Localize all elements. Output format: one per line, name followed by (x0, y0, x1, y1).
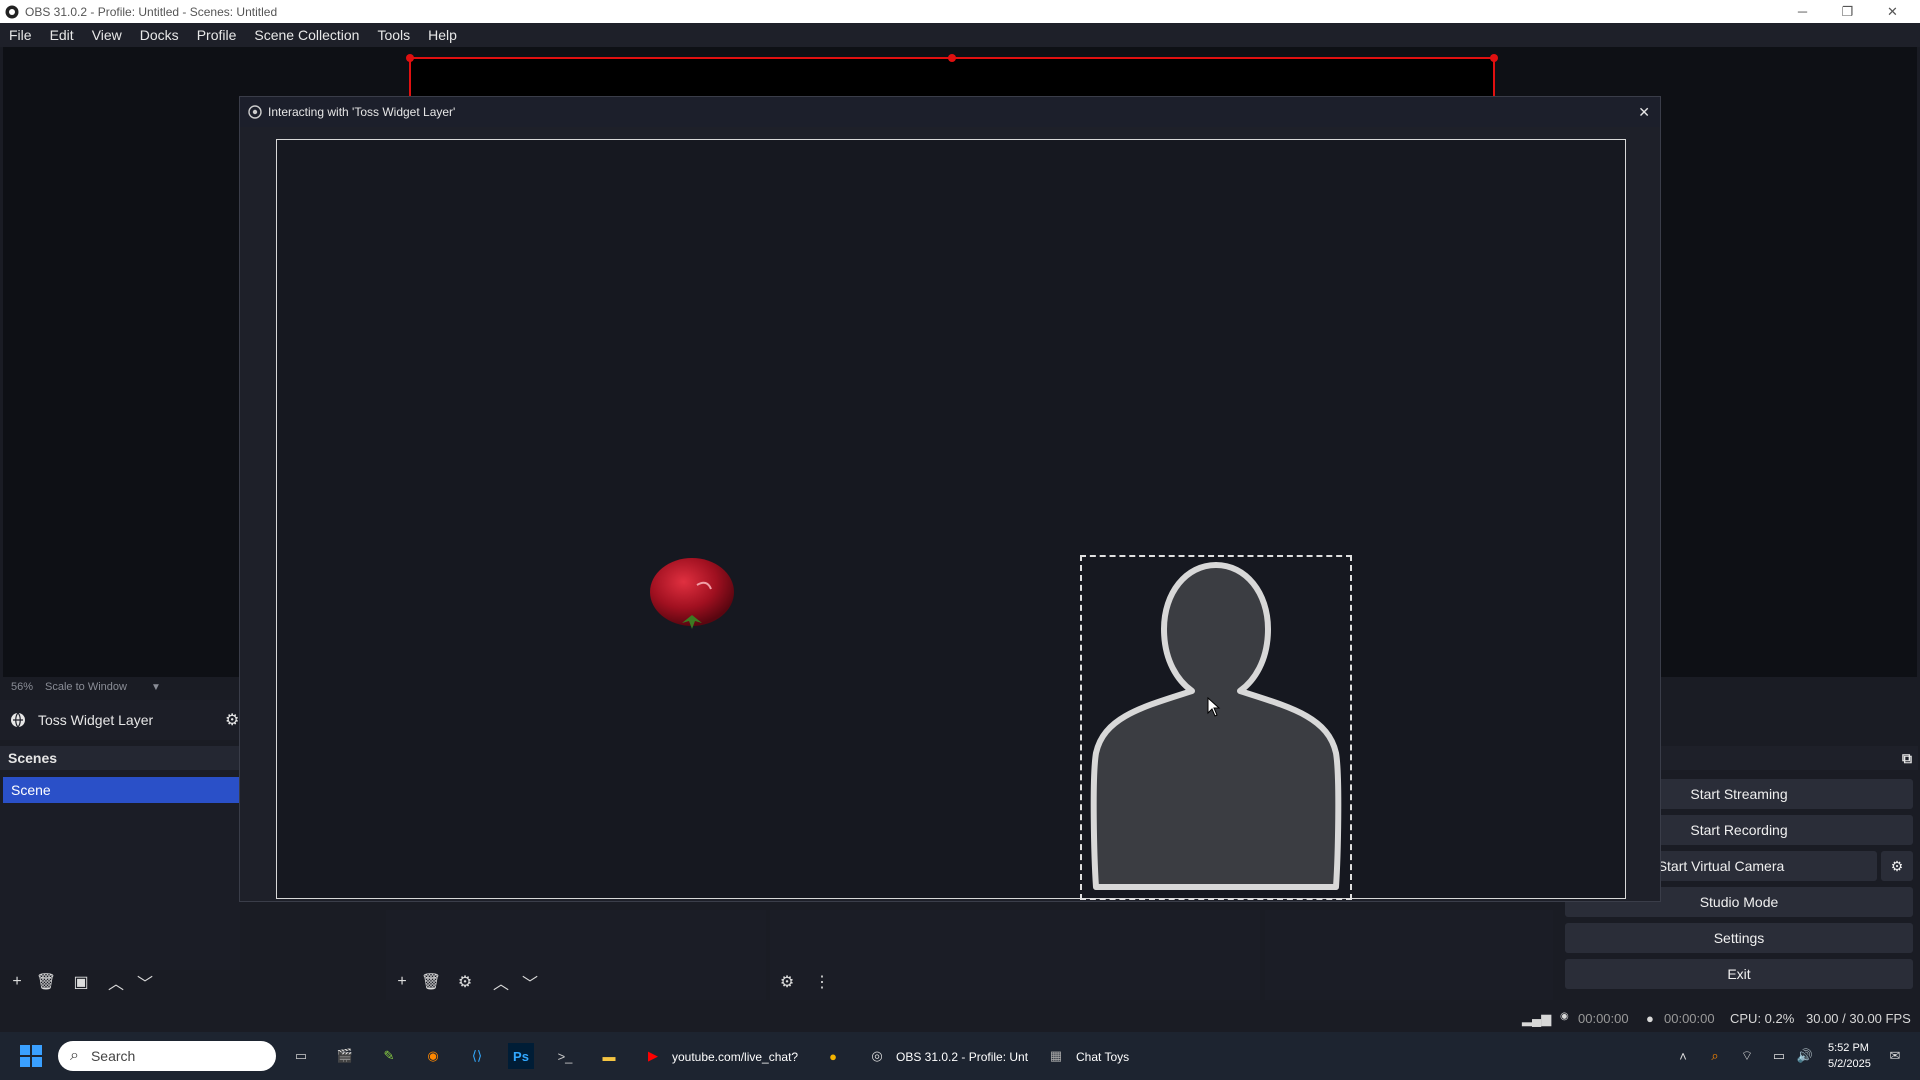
audio-mixer-panel (770, 910, 1260, 1000)
status-bar: ▂▄▆ ◉ 00:00:00 ● 00:00:00 CPU: 0.2% 30.0… (0, 1005, 1920, 1031)
stream-time: 00:00:00 (1578, 1011, 1629, 1026)
list-item[interactable]: Scene (3, 777, 239, 803)
blender-icon[interactable]: ◉ (420, 1043, 446, 1069)
chrome-canary-icon[interactable]: ● (820, 1043, 846, 1069)
source-name: Toss Widget Layer (38, 712, 154, 728)
filter-icon[interactable]: ▣ (70, 971, 92, 993)
obs-logo-icon (248, 105, 262, 119)
taskbar-chat-toys-label[interactable]: Chat Toys (1076, 1050, 1129, 1064)
selection-right-edge (1493, 57, 1495, 97)
settings-button[interactable]: Settings (1565, 923, 1913, 953)
display-icon[interactable]: ▭ (1766, 1043, 1792, 1069)
taskbar-youtube-label[interactable]: youtube.com/live_chat? (672, 1050, 798, 1064)
preview-zoom-bar: 56% Scale to Window ▼ (3, 677, 239, 697)
resize-handle[interactable] (406, 54, 414, 62)
dialog-titlebar: Interacting with 'Toss Widget Layer' ✕ (240, 97, 1660, 127)
chevron-up-icon[interactable]: ˄ (1670, 1043, 1696, 1069)
window-titlebar: OBS 31.0.2 - Profile: Untitled - Scenes:… (0, 0, 1920, 23)
cursor-icon (1207, 697, 1221, 717)
selection-left-edge (409, 57, 411, 97)
volume-icon[interactable]: 🔊 (1792, 1043, 1818, 1069)
tray-app-icon[interactable]: ⌕ (1702, 1043, 1728, 1069)
taskbar-search[interactable]: ⌕ Search (58, 1041, 276, 1071)
close-icon[interactable]: ✕ (1638, 104, 1650, 121)
chat-toys-icon[interactable]: ▦ (1043, 1043, 1069, 1069)
taskbar-obs-label[interactable]: OBS 31.0.2 - Profile: Unt (896, 1050, 1028, 1064)
stream-status-icon: ◉ (1560, 1011, 1569, 1022)
minimize-button[interactable]: ─ (1780, 0, 1825, 23)
search-icon: ⌕ (70, 1047, 79, 1064)
controls-header: ⧉ (1660, 746, 1918, 770)
trash-icon[interactable]: 🗑 (35, 971, 57, 993)
browser-source-canvas[interactable] (276, 139, 1626, 900)
tomato-icon (650, 558, 734, 629)
gear-icon[interactable]: ⚙ (1881, 851, 1913, 881)
globe-icon (11, 712, 25, 728)
task-view-icon[interactable]: ▭ (288, 1043, 314, 1069)
add-source-button[interactable]: + (391, 971, 413, 993)
sources-panel (386, 910, 766, 1000)
obs-taskbar-icon[interactable]: ◎ (864, 1043, 890, 1069)
record-status-icon: ● (1646, 1011, 1654, 1026)
resize-handle[interactable] (1490, 54, 1498, 62)
menu-file[interactable]: File (0, 27, 41, 43)
trash-icon[interactable]: 🗑 (420, 971, 442, 993)
move-down-icon[interactable]: ﹀ (134, 971, 156, 993)
target-widget[interactable] (1080, 555, 1352, 900)
gear-icon[interactable]: ⚙ (225, 710, 239, 730)
obs-logo-icon (5, 5, 19, 18)
vscode-icon[interactable]: ⟨⟩ (464, 1043, 490, 1069)
clock-date[interactable]: 5/2/2025 (1828, 1058, 1871, 1070)
move-up-icon[interactable]: ︿ (105, 971, 127, 993)
terminal-icon[interactable]: >_ (552, 1043, 578, 1069)
fps-readout: 30.00 / 30.00 FPS (1806, 1011, 1911, 1026)
maximize-button[interactable]: ❐ (1825, 0, 1870, 23)
source-toolbar: Toss Widget Layer ⚙ (0, 700, 250, 740)
notepad-icon[interactable]: ✎ (376, 1043, 402, 1069)
chevron-down-icon[interactable]: ▼ (151, 682, 161, 693)
close-window-button[interactable]: ✕ (1870, 0, 1915, 23)
menu-help[interactable]: Help (419, 27, 466, 43)
notification-icon[interactable]: ✉ (1882, 1043, 1908, 1069)
menu-scene-collection[interactable]: Scene Collection (245, 27, 368, 43)
transitions-panel (1265, 910, 1553, 1000)
dialog-title: Interacting with 'Toss Widget Layer' (268, 105, 456, 119)
interact-dialog: Interacting with 'Toss Widget Layer' ✕ (239, 96, 1661, 902)
photoshop-icon[interactable]: Ps (508, 1043, 534, 1069)
menu-edit[interactable]: Edit (41, 27, 83, 43)
clock-time[interactable]: 5:52 PM (1828, 1042, 1869, 1054)
menu-bar: File Edit View Docks Profile Scene Colle… (0, 23, 1920, 47)
network-icon[interactable]: ⌔ (1734, 1043, 1760, 1069)
add-scene-button[interactable]: + (6, 971, 28, 993)
menu-view[interactable]: View (83, 27, 131, 43)
folder-icon[interactable]: ▬ (596, 1043, 622, 1069)
preview-canvas (410, 58, 1494, 96)
window-title: OBS 31.0.2 - Profile: Untitled - Scenes:… (25, 4, 278, 19)
menu-tools[interactable]: Tools (368, 27, 419, 43)
gear-icon[interactable]: ⚙ (454, 971, 476, 993)
cpu-usage: CPU: 0.2% (1730, 1011, 1795, 1026)
menu-docks[interactable]: Docks (131, 27, 188, 43)
exit-button[interactable]: Exit (1565, 959, 1913, 989)
move-down-icon[interactable]: ﹀ (519, 971, 541, 993)
menu-profile[interactable]: Profile (188, 27, 246, 43)
kebab-menu-icon[interactable]: ⋮ (811, 971, 833, 993)
clapperboard-icon[interactable]: 🎬 (332, 1043, 358, 1069)
windows-start-icon[interactable] (18, 1043, 44, 1069)
mixer-settings-icon[interactable]: ⚙ (776, 971, 798, 993)
youtube-icon[interactable]: ▶ (640, 1043, 666, 1069)
record-time: 00:00:00 (1664, 1011, 1715, 1026)
zoom-level: 56% (11, 681, 34, 693)
scale-mode-select[interactable]: Scale to Window (45, 681, 127, 693)
silhouette-icon (1090, 562, 1342, 890)
resize-handle[interactable] (948, 54, 956, 62)
scenes-header: Scenes (0, 746, 240, 770)
undock-icon[interactable]: ⧉ (1902, 750, 1912, 767)
signal-icon: ▂▄▆ (1522, 1011, 1552, 1026)
move-up-icon[interactable]: ︿ (490, 971, 512, 993)
search-input[interactable]: Search (91, 1048, 135, 1064)
